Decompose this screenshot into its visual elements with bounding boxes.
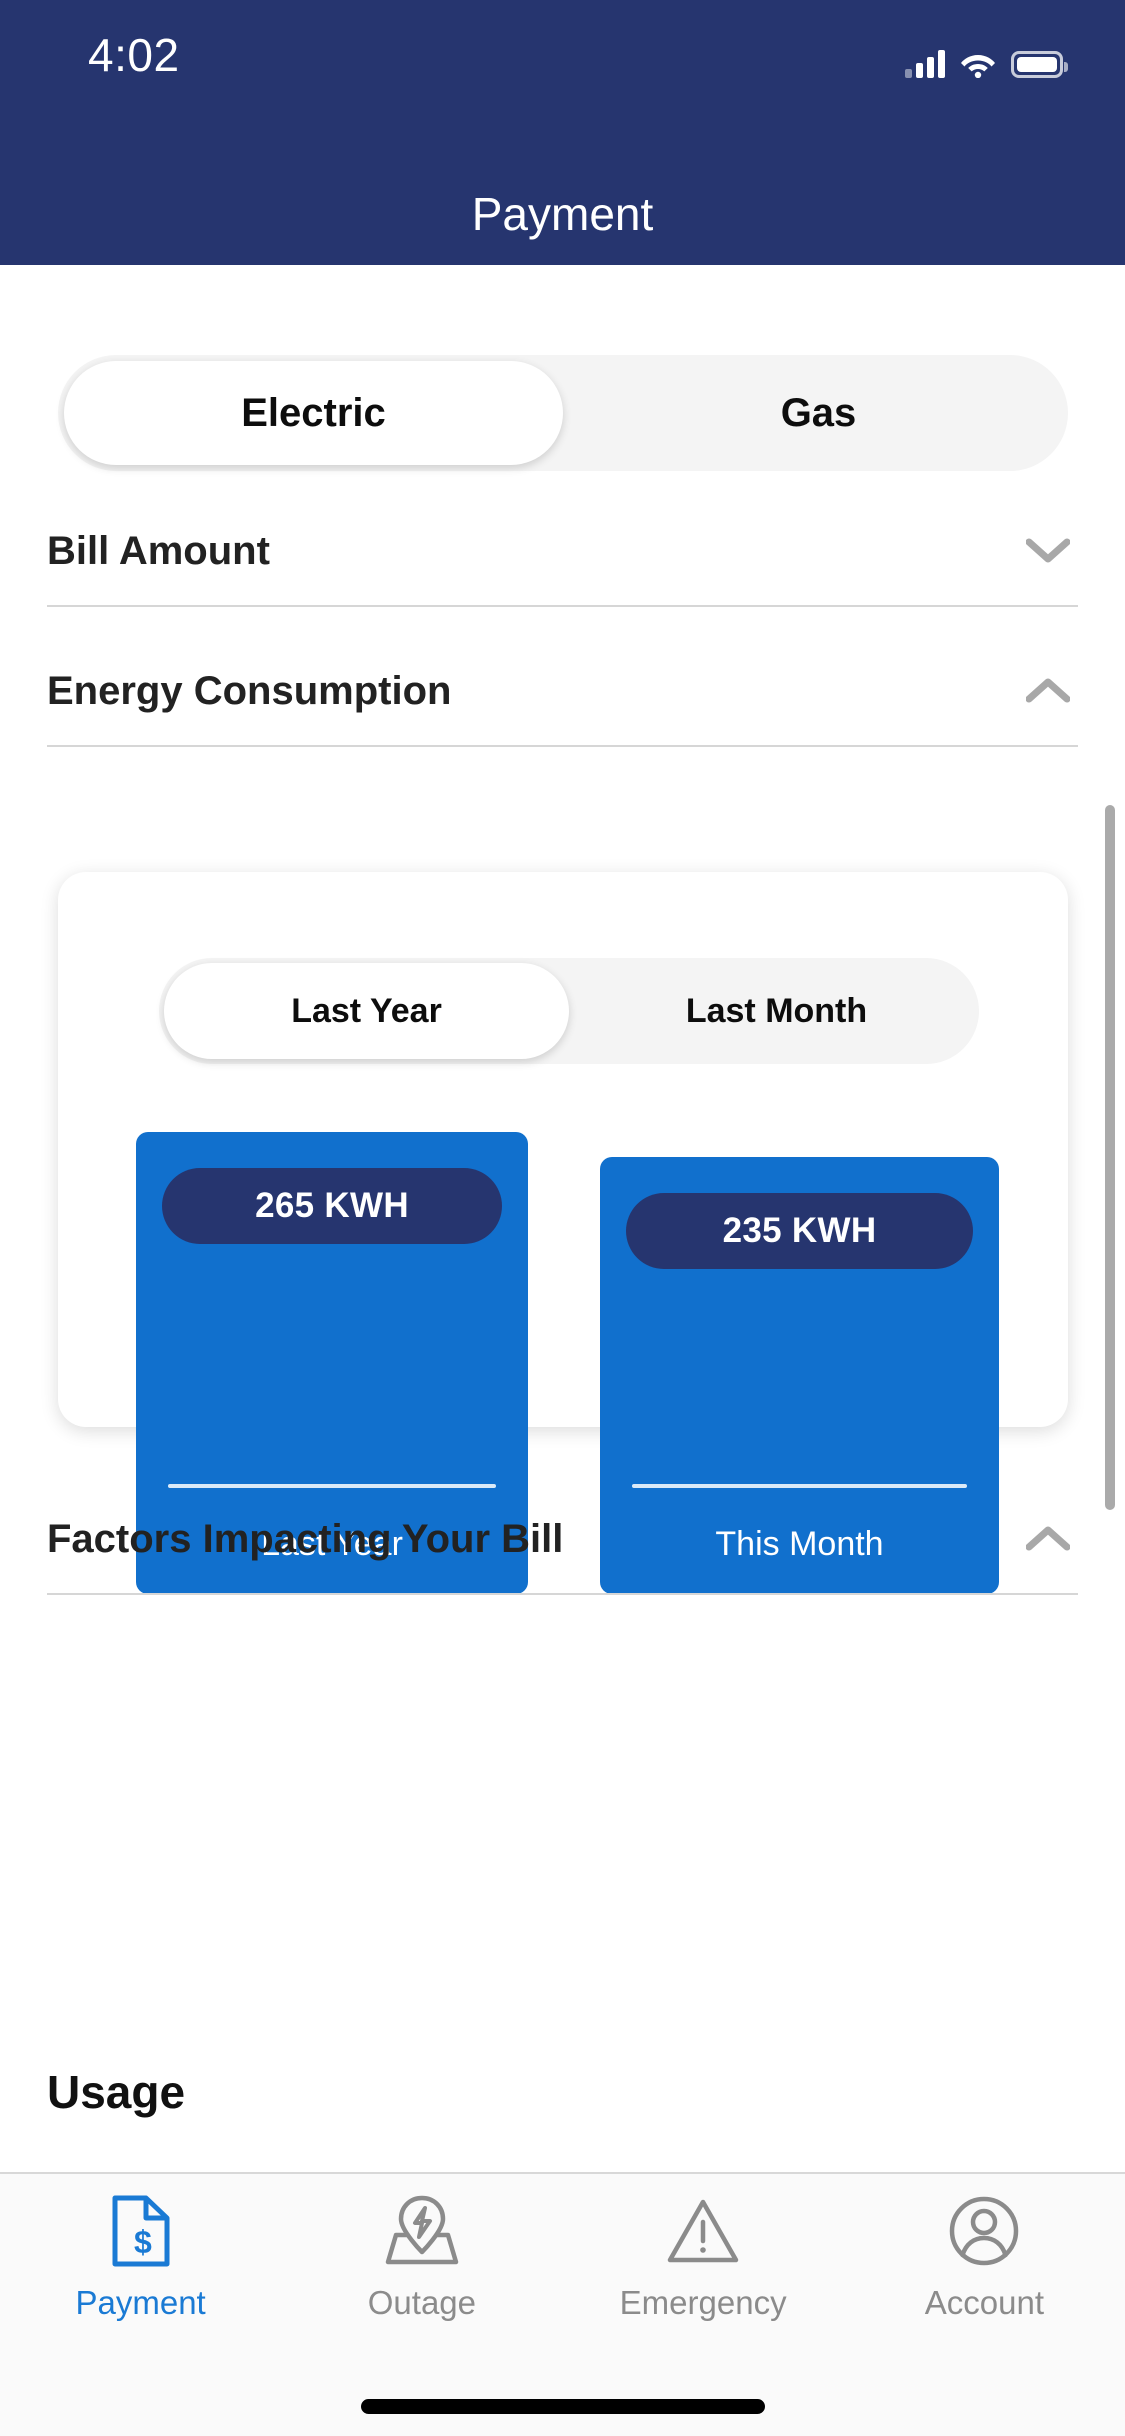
consumption-bar-chart: 265 KWH Last Year 235 KWH This Month [58,872,1068,1594]
wifi-icon [960,50,996,79]
chevron-up-icon[interactable] [1026,1526,1070,1552]
bar-value-badge-this-month: 235 KWH [626,1193,973,1269]
section-divider [47,605,1078,607]
utility-type-toggle[interactable]: Electric Gas [58,355,1068,471]
energy-consumption-card: Last Year Last Month 265 KWH Last Year 2… [58,872,1068,1594]
section-divider [47,1593,1078,1595]
status-bar: 4:02 [0,0,1125,170]
chevron-up-icon[interactable] [1026,678,1070,704]
section-factors-impacting-your-bill[interactable]: Factors Impacting Your Bill [47,1485,1078,1595]
tab-payment[interactable]: $ Payment [0,2192,281,2364]
cellular-signal-icon [905,48,945,78]
page-title: Payment [471,188,654,240]
section-bill-amount-title: Bill Amount [47,528,270,573]
section-energy-consumption[interactable]: Energy Consumption [47,637,1078,747]
section-bill-amount[interactable]: Bill Amount [47,497,1078,607]
tab-outage[interactable]: Outage [281,2192,562,2364]
home-indicator [360,2399,765,2414]
section-divider [47,745,1078,747]
chevron-down-icon[interactable] [1026,538,1070,564]
tab-payment-label: Payment [75,2284,206,2321]
warning-triangle-icon [666,2192,740,2270]
section-energy-consumption-title: Energy Consumption [47,668,452,713]
scroll-content[interactable]: Electric Gas Bill Amount Energy Consumpt… [0,265,1125,2170]
section-factors-header[interactable]: Factors Impacting Your Bill [47,1485,1078,1593]
status-bar-indicators [905,36,1068,79]
usage-heading: Usage [47,2066,186,2118]
bar-value-badge-last-year: 265 KWH [162,1168,502,1244]
vertical-scrollbar[interactable] [1105,805,1115,1510]
bottom-tab-bar: $ Payment Outage Emergency Account [0,2172,1125,2436]
utility-toggle-gas[interactable]: Gas [569,355,1068,471]
section-energy-consumption-header[interactable]: Energy Consumption [47,637,1078,745]
tab-emergency[interactable]: Emergency [563,2192,844,2364]
battery-icon [1011,51,1068,78]
status-bar-time: 4:02 [88,29,180,81]
section-bill-amount-header[interactable]: Bill Amount [47,497,1078,605]
svg-text:$: $ [134,2224,152,2260]
utility-toggle-electric[interactable]: Electric [64,361,563,465]
tab-emergency-label: Emergency [619,2284,787,2321]
tab-account-label: Account [924,2284,1044,2321]
navigation-bar: Payment [0,170,1125,265]
map-pin-bolt-icon [384,2192,460,2270]
tab-account[interactable]: Account [844,2192,1125,2364]
tab-outage-label: Outage [367,2284,476,2321]
document-dollar-icon: $ [110,2192,172,2270]
user-circle-icon [948,2192,1020,2270]
section-factors-title: Factors Impacting Your Bill [47,1516,564,1561]
